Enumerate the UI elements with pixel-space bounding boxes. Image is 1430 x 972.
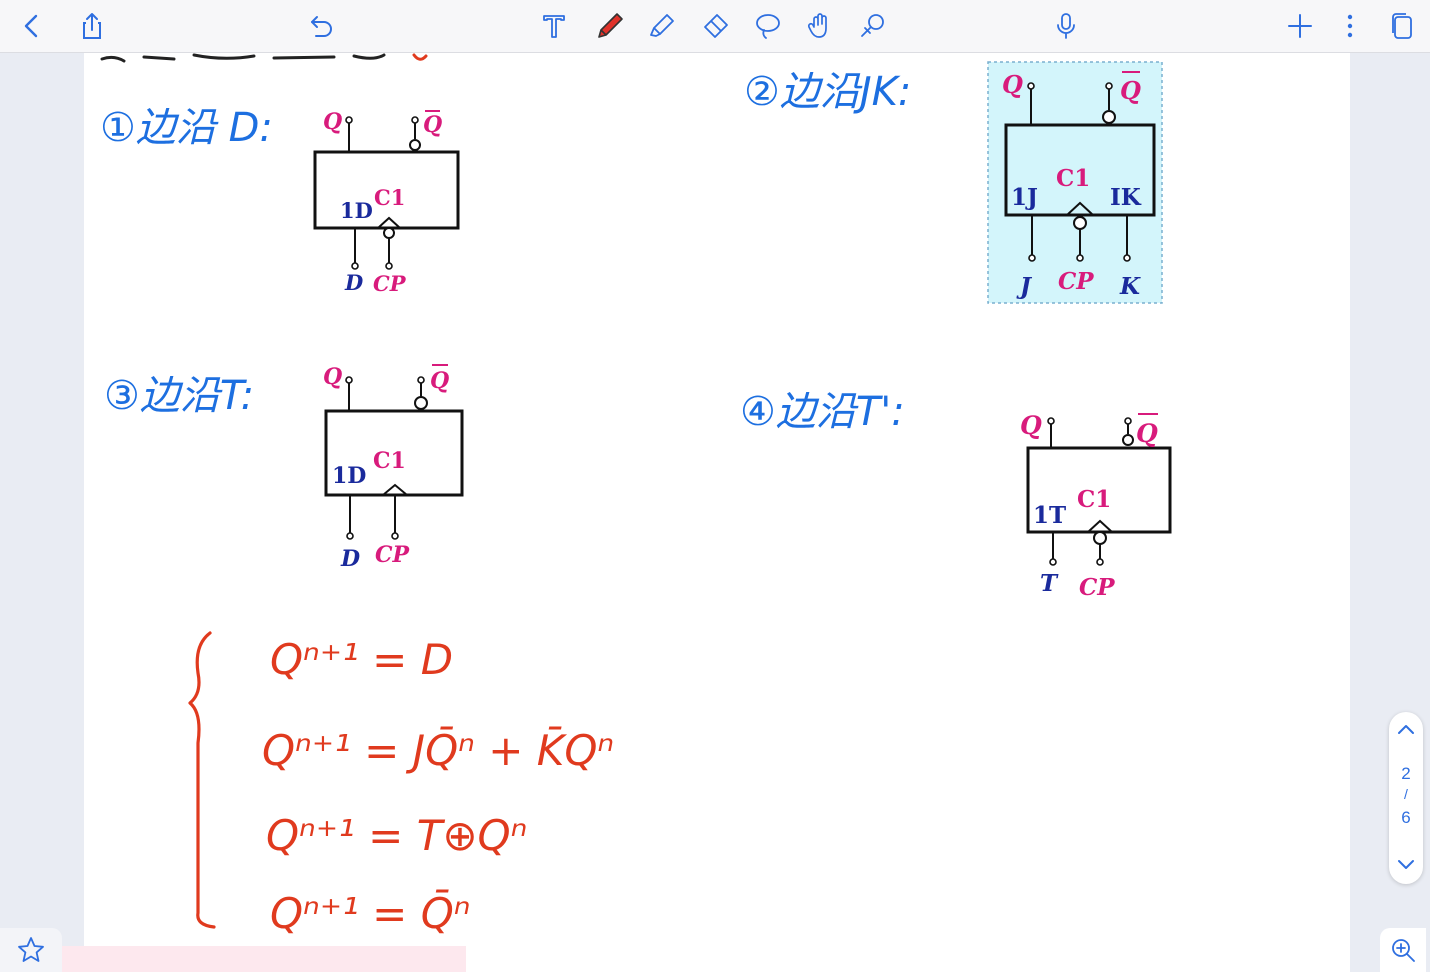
d-flipflop-symbol: Q Q 1D C1 D CP <box>313 109 460 296</box>
jk-ff-q-label: Q <box>1002 70 1023 99</box>
page-navigator: 2 / 6 <box>1389 712 1423 884</box>
laser-pointer-icon[interactable] <box>852 6 892 46</box>
total-page-number: 6 <box>1401 808 1411 827</box>
tp-ff-qbar-label: Q <box>1136 419 1158 448</box>
heading-edge-d: ①边沿 D: <box>100 105 273 151</box>
equation-brace <box>188 631 216 929</box>
d-ff-qbar-label: Q <box>423 112 442 138</box>
jk-ff-qbar-label: Q <box>1120 76 1141 105</box>
pink-ink-strip <box>62 946 466 972</box>
equation-jk: Qⁿ⁺¹ = JQ̄ⁿ + K̄Qⁿ <box>262 724 614 775</box>
equation-d: Qⁿ⁺¹ = D <box>270 635 453 684</box>
note-page[interactable]: ①边沿 D: ②边沿JK: ③边沿T: ④边沿T': Q Q 1D C1 D C… <box>84 53 1350 972</box>
more-options-icon[interactable] <box>1330 6 1370 46</box>
current-page-number: 2 <box>1401 764 1411 783</box>
star-icon <box>18 937 44 962</box>
d-ff-pin-d: D <box>344 270 364 295</box>
d-ff-pin-cp: CP <box>373 271 407 296</box>
d-ff-clock-label: C1 <box>374 185 405 210</box>
undo-icon[interactable] <box>302 6 342 46</box>
cropped-red-mark <box>412 53 428 61</box>
eraser-tool-icon[interactable] <box>695 6 735 46</box>
equation-t: Qⁿ⁺¹ = T⊕Qⁿ <box>266 811 527 860</box>
tp-ff-pin-t: T <box>1040 570 1059 597</box>
add-page-icon[interactable] <box>1280 6 1320 46</box>
text-tool-icon[interactable] <box>534 6 574 46</box>
jk-ff-j-input-label: 1J <box>1011 184 1038 211</box>
zoom-in-icon <box>1392 939 1415 962</box>
t-ff-pin-cp: CP <box>375 542 411 568</box>
heading-edge-t: ③边沿T: <box>104 373 254 419</box>
heading-edge-jk: ②边沿JK: <box>744 69 911 115</box>
t-ff-input-label: 1D <box>332 463 366 489</box>
tp-ff-pin-cp: CP <box>1079 574 1115 601</box>
jk-ff-pin-k: K <box>1119 273 1141 300</box>
cropped-handwriting <box>100 53 386 63</box>
page-down-chevron-icon[interactable] <box>1394 852 1418 876</box>
jk-ff-k-input-label: IK <box>1110 184 1142 211</box>
t-ff-q-label: Q <box>323 364 342 390</box>
jk-ff-pin-cp: CP <box>1058 268 1094 295</box>
favorite-button[interactable] <box>0 928 62 972</box>
page-separator: / <box>1404 786 1408 802</box>
t-ff-clock-label: C1 <box>373 448 406 474</box>
tp-ff-q-label: Q <box>1020 411 1042 440</box>
heading-edge-t-prime: ④边沿T': <box>740 389 905 435</box>
t-ff-pin-d: D <box>340 546 360 572</box>
t-prime-flipflop-symbol: Q Q 1T C1 T CP <box>1020 411 1172 601</box>
t-flipflop-symbol: Q Q 1D C1 D CP <box>323 364 464 572</box>
d-ff-q-label: Q <box>323 109 342 135</box>
jk-flipflop-symbol: Q Q 1J C1 IK J CP K <box>987 61 1163 304</box>
lasso-tool-icon[interactable] <box>748 6 788 46</box>
t-ff-qbar-label: Q <box>430 368 449 394</box>
highlighter-tool-icon[interactable] <box>642 6 682 46</box>
microphone-icon[interactable] <box>1046 6 1086 46</box>
page-up-chevron-icon[interactable] <box>1394 718 1418 742</box>
equation-t-prime: Qⁿ⁺¹ = Q̄ⁿ <box>270 887 471 938</box>
tp-ff-clock-label: C1 <box>1077 486 1111 513</box>
tp-ff-input-label: 1T <box>1033 502 1066 529</box>
jk-ff-clock-label: C1 <box>1056 165 1090 192</box>
pages-icon[interactable] <box>1382 6 1422 46</box>
page-canvas: ①边沿 D: ②边沿JK: ③边沿T: ④边沿T': Q Q 1D C1 D C… <box>100 53 1172 938</box>
top-toolbar <box>0 0 1430 53</box>
back-chevron-icon[interactable] <box>12 6 52 46</box>
d-ff-input-label: 1D <box>340 198 373 223</box>
zoom-button[interactable] <box>1380 928 1426 972</box>
hand-tool-icon[interactable] <box>800 6 840 46</box>
share-icon[interactable] <box>72 6 112 46</box>
pen-tool-icon[interactable] <box>590 6 630 46</box>
